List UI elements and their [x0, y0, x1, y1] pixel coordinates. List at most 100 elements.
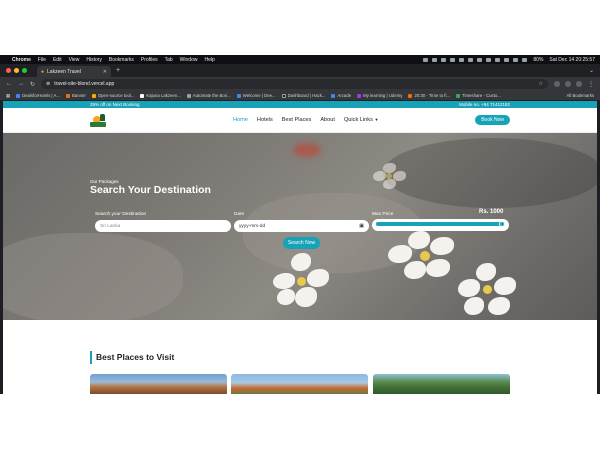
site-info-icon[interactable]: ⊜ [46, 81, 50, 87]
tray-icon[interactable] [495, 57, 501, 62]
menu-edit[interactable]: Edit [53, 57, 62, 63]
slider-track[interactable] [376, 221, 505, 227]
bookmark-item[interactable]: Dashboard | Hack... [281, 93, 326, 98]
bookmark-item[interactable]: Kajuna Lakzeen... [140, 93, 181, 98]
menu-history[interactable]: History [86, 57, 102, 63]
window-controls [6, 68, 27, 73]
menu-help[interactable]: Help [204, 57, 214, 63]
reload-icon[interactable]: ↻ [30, 81, 35, 88]
tray-icon[interactable] [477, 57, 483, 62]
bookmark-favicon-icon [236, 93, 241, 98]
date-label: Date [234, 212, 245, 217]
battery-percent[interactable]: 80% [533, 57, 543, 63]
date-placeholder: yyyy-mm-dd [239, 223, 266, 229]
slider-thumb[interactable] [499, 221, 505, 227]
bookmark-label: Dashboard | Hack... [287, 93, 326, 98]
menu-profiles[interactable]: Profiles [141, 57, 158, 63]
bookmarks-bar: ▦ DealsforHotels | A... Banner Open-sour… [0, 91, 600, 101]
bookmark-item[interactable]: Automate the Bori... [186, 93, 231, 98]
site-logo[interactable] [90, 113, 106, 127]
tray-icon[interactable] [513, 57, 519, 62]
bookmark-favicon-icon [281, 93, 286, 98]
bookmark-label: Kajuna Lakzeen... [146, 93, 181, 98]
back-icon[interactable]: ← [6, 81, 12, 87]
bookmark-favicon-icon [91, 93, 96, 98]
extension-icon[interactable] [565, 81, 571, 87]
tab-title: Lakzeen Travel [47, 68, 81, 75]
tray-icon[interactable] [468, 57, 474, 62]
tray-icon[interactable] [459, 57, 465, 62]
bookmark-item[interactable]: Banner [65, 93, 86, 98]
tray-icon[interactable] [450, 57, 456, 62]
minimize-window-button[interactable] [14, 68, 19, 73]
url-text[interactable]: travel-site-blond.vercel.app [54, 81, 114, 87]
apps-grid-icon[interactable]: ▦ [6, 93, 10, 99]
udemy-icon [357, 93, 362, 98]
place-card-image[interactable] [231, 374, 368, 394]
nav-best-places[interactable]: Best Places [282, 117, 312, 123]
bookmark-favicon-icon [186, 93, 191, 98]
bookmark-item[interactable]: Arcade [331, 93, 351, 98]
bookmark-item[interactable]: 20:30 - Time to fi... [408, 93, 450, 98]
tray-icon[interactable] [522, 57, 528, 62]
destination-label: Search your Destination [95, 212, 147, 217]
bookmark-label: Open-source tool... [97, 93, 135, 98]
menubar-clock[interactable]: Sat Dec 14 20:25:57 [549, 57, 595, 63]
tab-search-icon[interactable]: ⌄ [589, 67, 594, 74]
book-now-button[interactable]: Book Now [475, 115, 510, 125]
profile-avatar[interactable] [576, 81, 582, 87]
destination-input[interactable]: Sri Lanka [95, 220, 231, 232]
address-bar[interactable]: ⊜ travel-site-blond.vercel.app ☆ [41, 79, 548, 89]
bookmark-item[interactable]: Open-source tool... [91, 93, 135, 98]
menu-bookmarks[interactable]: Bookmarks [109, 57, 134, 63]
nav-about[interactable]: About [320, 117, 335, 123]
bookmark-label: My learning | Udemy [363, 93, 403, 98]
menu-file[interactable]: File [38, 57, 46, 63]
forward-icon[interactable]: → [18, 81, 24, 87]
all-bookmarks-button[interactable]: All Bookmarks [567, 93, 594, 98]
menu-tab[interactable]: Tab [165, 57, 173, 63]
close-tab-icon[interactable]: ✕ [103, 69, 107, 75]
new-tab-icon[interactable]: + [116, 67, 120, 74]
extensions [554, 81, 582, 87]
tray-icon[interactable] [441, 57, 447, 62]
bookmark-item[interactable]: Welcome | Dee... [236, 93, 276, 98]
flower-image [388, 231, 458, 281]
flower-image [273, 251, 333, 311]
tray-icon[interactable] [486, 57, 492, 62]
zoom-window-button[interactable] [22, 68, 27, 73]
date-input[interactable]: yyyy-mm-dd ▣ [234, 220, 369, 232]
flower-image [458, 263, 518, 318]
nav-quick-links[interactable]: Quick Links ▼ [344, 117, 378, 123]
bookmark-favicon-icon [65, 93, 70, 98]
place-card-image[interactable] [373, 374, 510, 394]
site-favicon-icon: ● [41, 68, 45, 75]
max-price-slider[interactable] [372, 219, 509, 231]
nav-hotels[interactable]: Hotels [257, 117, 273, 123]
menu-window[interactable]: Window [180, 57, 198, 63]
star-icon[interactable]: ☆ [539, 81, 543, 87]
tray-icon[interactable] [432, 57, 438, 62]
browser-menu-icon[interactable]: ⋮ [588, 81, 594, 88]
extension-icon[interactable] [554, 81, 560, 87]
nav-home[interactable]: Home [233, 117, 248, 123]
menu-view[interactable]: View [69, 57, 80, 63]
bookmark-label: Automate the Bori... [192, 93, 231, 98]
bookmark-label: Timeshare - Custo... [462, 93, 501, 98]
max-price-label: Max Price [372, 212, 394, 217]
search-now-button[interactable]: Search Now [283, 237, 320, 249]
bookmark-item[interactable]: Timeshare - Custo... [456, 93, 501, 98]
bookmark-item[interactable]: DealsforHotels | A... [16, 93, 60, 98]
address-toolbar: ← → ↻ ⊜ travel-site-blond.vercel.app ☆ ⋮ [0, 77, 600, 91]
bookmark-label: Banner [71, 93, 86, 98]
calendar-icon[interactable]: ▣ [359, 223, 364, 229]
close-window-button[interactable] [6, 68, 11, 73]
destination-placeholder: Sri Lanka [100, 223, 121, 229]
mobile-number: Mobile no. +94 71412182 [459, 102, 510, 107]
bookmark-item[interactable]: My learning | Udemy [357, 93, 402, 98]
place-card-image[interactable] [90, 374, 227, 394]
menu-app-name[interactable]: Chrome [12, 57, 31, 63]
tray-icon[interactable] [504, 57, 510, 62]
tab-lakzeen-travel[interactable]: ● Lakzeen Travel ✕ [37, 66, 111, 77]
tray-icon[interactable] [423, 57, 429, 62]
